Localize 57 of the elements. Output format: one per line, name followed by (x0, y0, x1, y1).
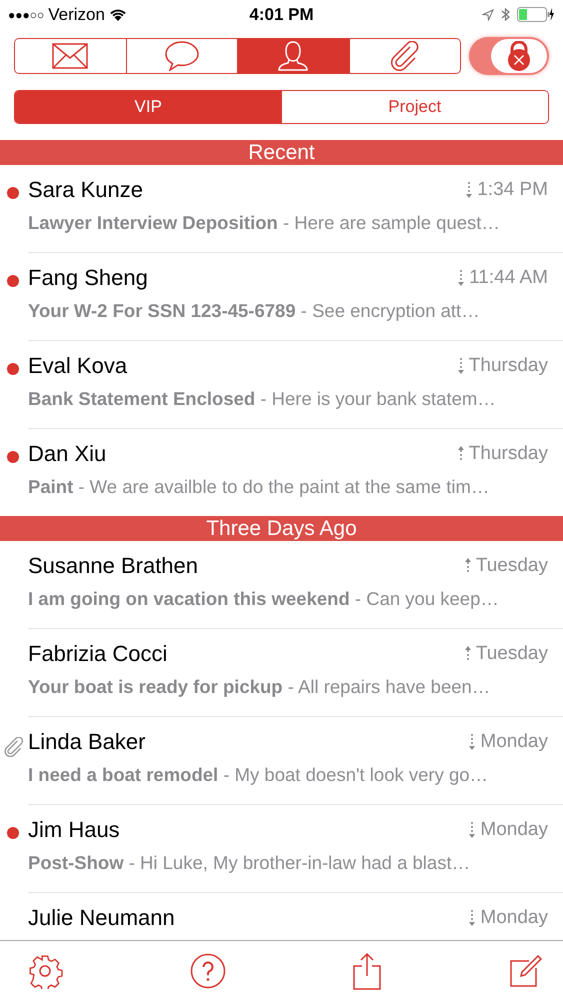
filter-tab[interactable]: VIP (15, 91, 282, 123)
message-preview: Lawyer Interview Deposition - Here are sample quest… (28, 212, 500, 234)
message-row[interactable]: Fabrizia Cocci Tuesday Your boat is ready for pickup - All repairs have been… (28, 629, 563, 717)
compose-icon[interactable] (508, 954, 543, 988)
sender-name: Susanne Brathen (28, 553, 198, 579)
settings-icon[interactable] (27, 952, 63, 988)
message-row[interactable]: Linda Baker Monday I need a boat remodel - My boat doesn't look very go… (28, 717, 563, 805)
message-preview: I need a boat remodel - My boat doesn't look very go… (28, 764, 488, 786)
message-row[interactable]: Susanne Brathen Tuesday I am going on vacation this weekend - Can you keep… (28, 541, 563, 629)
sender-name: Dan Xiu (28, 441, 106, 467)
message-preview: Your W-2 For SSN 123-45-6789 - See encryption att… (28, 300, 480, 322)
message-time: Thursday (468, 355, 548, 377)
message-row[interactable]: Fang Sheng 11:44 AM Your W-2 For SSN 123-45-6789 - See encryption att… (28, 253, 563, 341)
section-header: Recent (0, 140, 563, 165)
message-row[interactable]: Sara Kunze 1:34 PM Lawyer Interview Deposition - Here are sample quest… (28, 165, 563, 253)
carrier-name: Verizon (48, 4, 105, 24)
share-icon[interactable] (352, 952, 382, 990)
wifi-icon (108, 8, 127, 21)
message-preview: Your boat is ready for pickup - All repairs have been… (28, 676, 490, 698)
sender-name: Fang Sheng (28, 265, 148, 291)
message-preview: Paint - We are availble to do the paint at the same tim… (28, 476, 490, 498)
bluetooth-icon (501, 7, 510, 22)
message-time: 11:44 AM (469, 267, 548, 289)
paperclip-icon (390, 41, 420, 71)
sender-name: Fabrizia Cocci (28, 641, 168, 667)
lock-toggle[interactable] (469, 37, 549, 75)
message-row[interactable]: Jim Haus Monday Post-Show - Hi Luke, My brother-in-law had a blast… (28, 805, 563, 893)
message-preview: Bank Statement Enclosed - Here is your bank statem… (28, 388, 496, 410)
message-time: Thursday (468, 443, 548, 465)
message-time: Monday (480, 819, 548, 841)
message-time: Monday (480, 907, 548, 929)
message-preview: Post-Show - Hi Luke, My brother-in-law had a blast… (28, 852, 470, 874)
sender-name: Linda Baker (28, 729, 146, 755)
speech-bubble-icon (164, 41, 199, 71)
lock-icon (506, 41, 532, 71)
message-time: 1:34 PM (477, 179, 548, 201)
message-preview: I am going on vacation this weekend - Can you keep… (28, 588, 499, 610)
clock-time: 4:01 PM (249, 4, 314, 24)
tab[interactable] (348, 39, 460, 73)
sender-name: Eval Kova (28, 353, 128, 379)
sender-name: Jim Haus (28, 817, 120, 843)
tab[interactable] (237, 39, 349, 73)
envelope-icon (52, 43, 88, 69)
person-icon (278, 41, 308, 71)
message-time: Tuesday (476, 555, 548, 577)
message-time: Tuesday (476, 643, 548, 665)
sender-name: Julie Neumann (28, 905, 175, 931)
section-header: Three Days Ago (0, 516, 563, 541)
signal-strength: ●●●○○ (8, 8, 44, 22)
location-icon (482, 8, 494, 20)
message-time: Monday (480, 731, 548, 753)
help-icon[interactable] (190, 952, 226, 988)
message-row[interactable]: Julie Neumann Monday (28, 893, 563, 940)
sender-name: Sara Kunze (28, 177, 143, 203)
message-row[interactable]: Eval Kova Thursday Bank Statement Enclosed - Here is your bank statem… (28, 341, 563, 429)
message-row[interactable]: Dan Xiu Thursday Paint - We are availble to do the paint at the same tim… (28, 429, 563, 516)
battery-icon (517, 7, 555, 22)
